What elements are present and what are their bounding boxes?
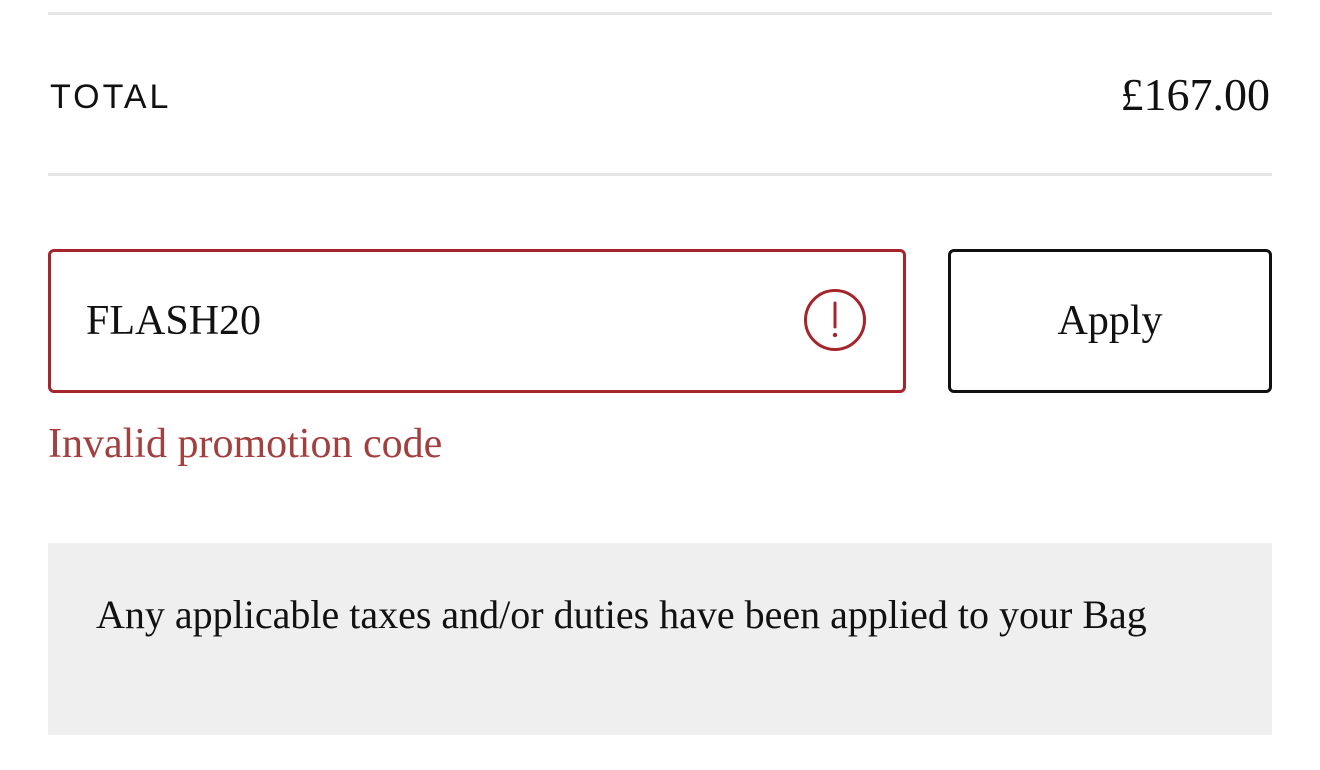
exclamation-circle-icon xyxy=(804,289,866,351)
promo-code-value[interactable]: FLASH20 xyxy=(86,298,261,344)
total-value: £167.00 xyxy=(1120,69,1271,120)
apply-button[interactable]: Apply xyxy=(948,249,1272,393)
top-divider xyxy=(48,12,1272,15)
tax-notice-box: Any applicable taxes and/or duties have … xyxy=(48,543,1272,735)
total-label: TOTAL xyxy=(50,78,172,116)
tax-notice-text: Any applicable taxes and/or duties have … xyxy=(96,592,1147,637)
total-divider xyxy=(48,173,1272,176)
promo-error-message: Invalid promotion code xyxy=(48,421,443,467)
promo-code-input[interactable]: FLASH20 xyxy=(48,249,906,393)
